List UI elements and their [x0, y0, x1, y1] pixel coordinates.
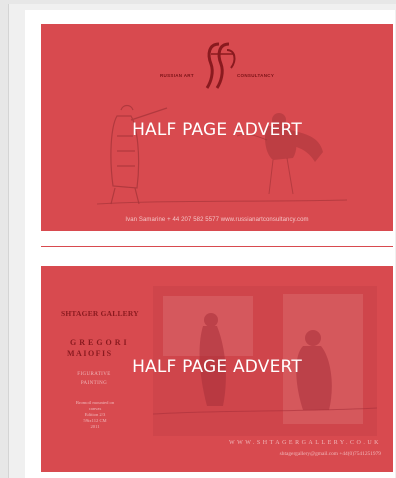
gallery-website: WWW.SHTAGERGALLERY.CO.UK: [228, 440, 381, 446]
document-page: RUSSIAN ART CONSULTANCY HALF PAGE ADVERT…: [25, 10, 395, 478]
artist-first-name: GREGORI: [70, 338, 130, 347]
advert-top[interactable]: RUSSIAN ART CONSULTANCY HALF PAGE ADVERT…: [41, 24, 393, 231]
page-background: RUSSIAN ART CONSULTANCY HALF PAGE ADVERT…: [8, 4, 396, 478]
gallery-email-phone: shtagergallery@gmail.com +44(0)754125197…: [279, 451, 381, 457]
advert-bottom[interactable]: SHTAGER GALLERY GREGORI MAIOFIS FIGURATI…: [41, 266, 393, 472]
advert-placeholder-label: HALF PAGE ADVERT: [132, 120, 302, 140]
figures-sketch: [96, 104, 348, 205]
logo-text-left: RUSSIAN ART: [160, 73, 194, 78]
logo-monogram-icon: [205, 42, 236, 89]
details-line: 2011: [90, 424, 100, 429]
logo-text-right: CONSULTANCY: [237, 73, 275, 78]
contact-line: Ivan Samarine + 44 207 582 5577 www.russ…: [125, 217, 309, 223]
advert-placeholder-label: HALF PAGE ADVERT: [132, 357, 302, 377]
section-divider: [41, 246, 393, 247]
gallery-name: SHTAGER GALLERY: [61, 309, 139, 318]
artwork-details: Bromoil mounted on canvas Edition 2/3 59…: [69, 400, 121, 430]
